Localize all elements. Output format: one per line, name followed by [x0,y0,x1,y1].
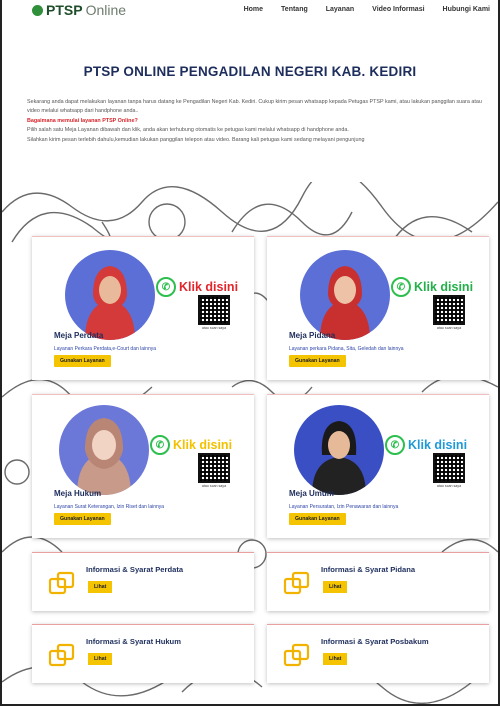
desk-desc-pidana: Layanan perkara Pidana, Sita, Geledah da… [289,346,404,352]
staff-photo-umum [294,405,384,495]
whatsapp-icon: ✆ [391,277,411,297]
whatsapp-cta-pidana[interactable]: ✆ Klik disini [391,277,473,297]
whatsapp-cta-perdata[interactable]: ✆ Klik disini [156,277,238,297]
info-card-pidana: Informasi & Syarat Pidana Lihat [267,552,489,611]
logo-strong-text: PTSP [46,2,83,18]
desk-name-hukum: Meja Hukum [54,489,102,498]
qr-code-umum[interactable] [433,453,465,483]
qr-caption: atau scan saya [201,484,227,488]
nav-home[interactable]: Home [244,6,263,13]
navbar: PTSP Online Home Tentang Layanan Video I… [2,0,498,22]
desk-card-hukum: ✆ Klik disini atau scan saya Meja Hukum … [32,394,254,538]
intro-paragraph-3: Silahkan kirim pesan terlebih dahulu,kem… [27,136,365,143]
document-copy-icon [283,643,310,667]
desk-desc-perdata: Layanan Perkara Perdata,e-Court dan lain… [54,346,157,352]
nav-video-informasi[interactable]: Video Informasi [372,6,424,13]
nav-layanan[interactable]: Layanan [326,6,354,13]
whatsapp-icon: ✆ [385,435,405,455]
use-service-button-pidana[interactable]: Gunakan Layanan [289,355,346,367]
nav-hubungi-kami[interactable]: Hubungi Kami [443,6,490,13]
cta-text: Klik disini [173,438,233,452]
cta-text: Klik disini [414,280,474,294]
logo-light-text: Online [85,2,127,18]
info-card-posbakum: Informasi & Syarat Posbakum Lihat [267,624,489,683]
desk-card-pidana: ✆ Klik disini atau scan saya Meja Pidana… [267,236,489,380]
desk-name-umum: Meja Umum [289,489,334,498]
desk-desc-hukum: Layanan Surat Keterangan, Izin Riset dan… [54,504,165,510]
intro-paragraph-1: Sekarang anda dapat melakukan layanan ta… [27,99,482,115]
cta-text: Klik disini [179,280,239,294]
desk-card-umum: ✆ Klik disini atau scan saya Meja Umum L… [267,394,489,538]
qr-code-hukum[interactable] [198,453,230,483]
view-button-hukum[interactable]: Lihat [88,653,113,665]
info-title-perdata: Informasi & Syarat Perdata [86,565,184,574]
info-title-hukum: Informasi & Syarat Hukum [86,637,181,646]
use-service-button-umum[interactable]: Gunakan Layanan [289,513,346,525]
document-copy-icon [48,571,75,595]
staff-photo-perdata [65,250,155,340]
info-title-posbakum: Informasi & Syarat Posbakum [321,637,429,646]
info-card-perdata: Informasi & Syarat Perdata Lihat [32,552,254,611]
info-title-pidana: Informasi & Syarat Pidana [321,565,416,574]
view-button-pidana[interactable]: Lihat [323,581,348,593]
staff-photo-hukum [59,405,149,495]
logo[interactable]: PTSP Online [32,2,126,18]
desk-name-perdata: Meja Perdata [54,331,104,340]
desk-card-perdata: ✆ Klik disini atau scan saya Meja Perdat… [32,236,254,380]
desk-desc-umum: Layanan Persuratan, Izin Penawaran dan l… [289,504,399,510]
nav-menu: Home Tentang Layanan Video Informasi Hub… [244,6,490,13]
qr-caption: atau scan saya [201,326,227,330]
cta-text: Klik disini [408,438,468,452]
intro-text: Sekarang anda dapat melakukan layanan ta… [27,98,487,145]
whatsapp-icon: ✆ [156,277,176,297]
qr-caption: atau scan saya [436,484,462,488]
qr-code-perdata[interactable] [198,295,230,325]
whatsapp-cta-hukum[interactable]: ✆ Klik disini [150,435,232,455]
view-button-posbakum[interactable]: Lihat [323,653,348,665]
document-copy-icon [48,643,75,667]
info-card-hukum: Informasi & Syarat Hukum Lihat [32,624,254,683]
whatsapp-icon: ✆ [150,435,170,455]
use-service-button-hukum[interactable]: Gunakan Layanan [54,513,111,525]
qr-caption: atau scan saya [436,326,462,330]
intro-paragraph-2: Pilih salah satu Meja Layanan dibawah da… [27,127,349,134]
whatsapp-cta-umum[interactable]: ✆ Klik disini [385,435,467,455]
intro-question: Bagaimana memulai layanan PTSP Online? [27,117,138,124]
staff-photo-pidana [300,250,390,340]
page-frame: PTSP Online Home Tentang Layanan Video I… [0,0,500,706]
page-title: PTSP ONLINE PENGADILAN NEGERI KAB. KEDIR… [83,64,417,79]
logo-dot-icon [32,4,43,16]
document-copy-icon [283,571,310,595]
desk-name-pidana: Meja Pidana [289,331,336,340]
use-service-button-perdata[interactable]: Gunakan Layanan [54,355,111,367]
qr-code-pidana[interactable] [433,295,465,325]
nav-tentang[interactable]: Tentang [281,6,308,13]
view-button-perdata[interactable]: Lihat [88,581,113,593]
